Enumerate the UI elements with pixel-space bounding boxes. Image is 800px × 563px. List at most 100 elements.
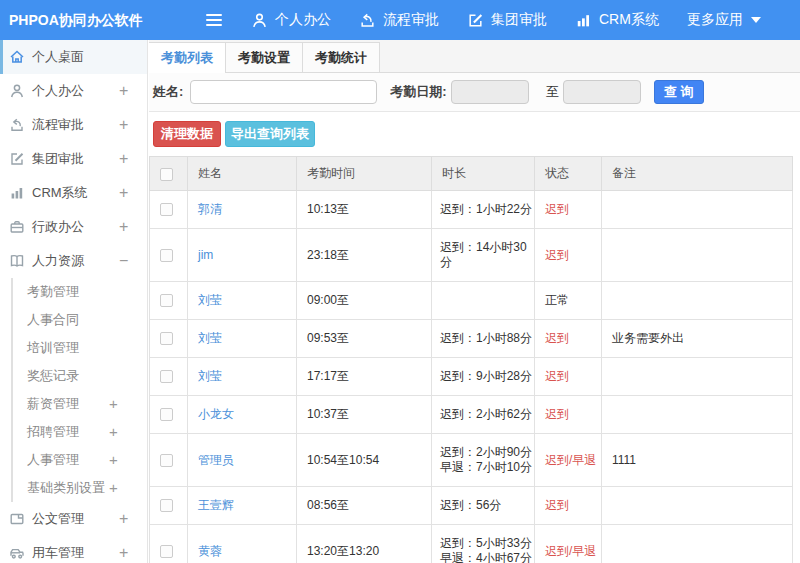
sidebar-item-group-approval[interactable]: 集团审批+ [0,142,147,176]
cell-time: 10:54至10:54 [297,434,432,487]
sidebar: 个人桌面个人办公+流程审批+集团审批+CRM系统+行政办公+人力资源−考勤管理人… [0,40,148,563]
cell-duration: 迟到：5小时33分早退：4小时67分 [432,525,535,563]
top-nav-personal-office[interactable]: 个人办公 [251,11,331,29]
export-list-button[interactable]: 导出查询列表 [225,121,315,147]
table-row: 小龙女10:37至迟到：2小时62分迟到 [150,396,793,434]
sidebar-item-human-resources[interactable]: 人力资源− [0,244,147,278]
cell-note: 业务需要外出 [602,320,793,358]
expand-toggle: + [119,510,128,528]
search-button[interactable]: 查 询 [654,80,704,104]
row-checkbox[interactable] [160,408,173,421]
sidebar-item-personal-desktop[interactable]: 个人桌面 [0,40,147,74]
group-approval-icon [467,12,491,29]
chart-icon [9,185,32,201]
name-label: 姓名: [153,83,183,101]
attendance-table: 姓名考勤时间时长状态备注 郭清10:13至迟到：1小时22分迟到jim23:18… [149,156,793,563]
cell-note [602,487,793,525]
sidebar-item-admin-office[interactable]: 行政办公+ [0,210,147,244]
column-header: 考勤时间 [297,157,432,191]
sidebar-subitem-salary-management[interactable]: 薪资管理+ [13,390,147,418]
row-checkbox[interactable] [160,499,173,512]
cell-time: 13:20至13:20 [297,525,432,563]
tab-attendance-settings[interactable]: 考勤设置 [226,42,303,72]
cell-note [602,396,793,434]
sidebar-item-crm-system[interactable]: CRM系统+ [0,176,147,210]
row-checkbox[interactable] [160,545,173,558]
date-to-input[interactable] [563,80,641,104]
cell-status: 迟到/早退 [535,434,602,487]
table-row: 刘莹17:17至迟到：9小时28分迟到 [150,358,793,396]
sidebar-subitem-attendance-management[interactable]: 考勤管理 [13,278,147,306]
clear-data-button[interactable]: 清理数据 [153,121,221,147]
tab-bar: 考勤列表考勤设置考勤统计 [149,40,800,73]
row-checkbox[interactable] [160,332,173,345]
sidebar-item-personal-office[interactable]: 个人办公+ [0,74,147,108]
date-from-input[interactable] [451,80,529,104]
table-row: 黄蓉13:20至13:20迟到：5小时33分早退：4小时67分迟到/早退 [150,525,793,563]
cell-name[interactable]: 管理员 [188,434,297,487]
cell-status: 迟到 [535,191,602,229]
cell-time: 09:53至 [297,320,432,358]
cell-duration: 迟到：2小时62分 [432,396,535,434]
cell-name[interactable]: 刘莹 [188,320,297,358]
tab-attendance-statistics[interactable]: 考勤统计 [303,42,380,72]
sidebar-subitem-reward-punishment[interactable]: 奖惩记录 [13,362,147,390]
top-nav-more-apps[interactable]: 更多应用 [687,11,761,29]
sidebar-subitem-recruitment-management[interactable]: 招聘管理+ [13,418,147,446]
caret-down-icon [751,17,761,23]
cell-time: 17:17至 [297,358,432,396]
row-checkbox[interactable] [160,370,173,383]
cell-name[interactable]: 黄蓉 [188,525,297,563]
column-header: 姓名 [188,157,297,191]
top-nav-workflow-approval[interactable]: 流程审批 [359,11,439,29]
cell-note [602,282,793,320]
cell-name[interactable]: 刘莹 [188,282,297,320]
user-icon [9,83,32,99]
cell-duration [432,282,535,320]
cell-name[interactable]: jim [188,229,297,282]
column-header: 状态 [535,157,602,191]
cell-name[interactable]: 小龙女 [188,396,297,434]
crm-system-icon [575,12,599,29]
sidebar-subitem-basic-category-settings[interactable]: 基础类别设置+ [13,474,147,502]
row-checkbox[interactable] [160,294,173,307]
table-row: 刘莹09:53至迟到：1小时88分迟到业务需要外出 [150,320,793,358]
expand-toggle: + [109,474,118,502]
row-checkbox[interactable] [160,249,173,262]
table-row: 管理员10:54至10:54迟到：2小时90分早退：7小时10分迟到/早退111… [150,434,793,487]
top-nav-crm-system[interactable]: CRM系统 [575,11,659,29]
row-checkbox[interactable] [160,454,173,467]
expand-toggle: + [119,150,128,168]
cell-note [602,358,793,396]
sidebar-subitem-training-management[interactable]: 培训管理 [13,334,147,362]
select-all-checkbox[interactable] [160,168,173,181]
flow-icon [9,117,32,133]
cell-note [602,229,793,282]
top-nav-group-approval[interactable]: 集团审批 [467,11,547,29]
sidebar-subitem-personnel-contract[interactable]: 人事合同 [13,306,147,334]
menu-toggle-icon[interactable] [206,11,222,29]
select-all-cell [150,157,188,191]
name-input[interactable] [190,80,377,104]
row-checkbox[interactable] [160,203,173,216]
workflow-approval-icon [359,12,383,29]
sidebar-item-workflow-approval[interactable]: 流程审批+ [0,108,147,142]
sidebar-subitem-personnel-management[interactable]: 人事管理+ [13,446,147,474]
expand-toggle: + [119,184,128,202]
expand-toggle: + [119,116,128,134]
tab-attendance-list[interactable]: 考勤列表 [149,42,226,73]
cell-name[interactable]: 郭清 [188,191,297,229]
date-label: 考勤日期: [390,83,446,101]
cell-name[interactable]: 王壹辉 [188,487,297,525]
cell-status: 迟到 [535,396,602,434]
cell-time: 10:37至 [297,396,432,434]
sidebar-item-document-management[interactable]: 公文管理+ [0,502,147,536]
home-icon [9,49,32,65]
filter-bar: 姓名: 考勤日期: 至 查 询 [149,73,800,112]
table-row: 刘莹09:00至正常 [150,282,793,320]
topbar: PHPOA协同办公软件 个人办公流程审批集团审批CRM系统更多应用 [0,0,800,40]
cell-duration: 迟到：14小时30分 [432,229,535,282]
cell-name[interactable]: 刘莹 [188,358,297,396]
sidebar-item-vehicle-management[interactable]: 用车管理+ [0,536,147,563]
edit-icon [9,151,32,167]
